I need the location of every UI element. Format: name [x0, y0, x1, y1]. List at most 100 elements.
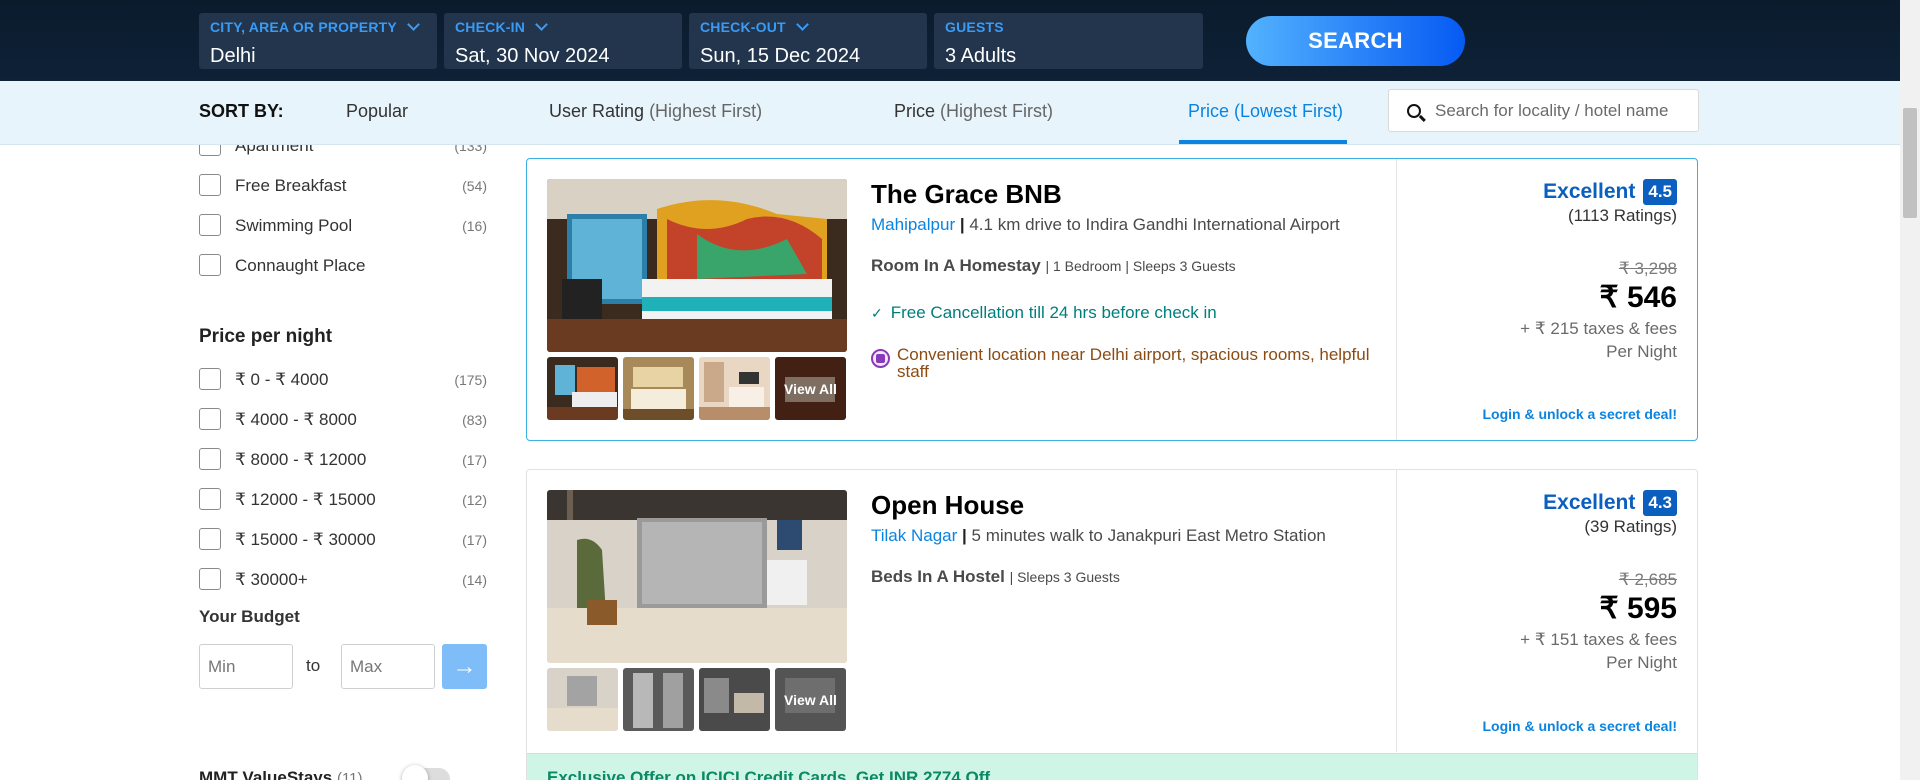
rating-text: Excellent — [1543, 180, 1636, 203]
sort-user-rating[interactable]: User Rating (Highest First) — [549, 101, 762, 122]
price-filter-title: Price per night — [199, 326, 333, 347]
sort-popular[interactable]: Popular — [346, 101, 408, 122]
chevron-down-icon — [407, 18, 420, 31]
hotel-name[interactable]: Open House — [871, 490, 1024, 521]
guests-field[interactable]: GUESTS 3 Adults — [934, 13, 1203, 69]
rating-score: 4.3 — [1643, 490, 1677, 516]
guests-value: 3 Adults — [945, 45, 1017, 67]
guests-label: GUESTS — [945, 19, 1004, 35]
checkout-field[interactable]: CHECK-OUT Sun, 15 Dec 2024 — [689, 13, 927, 69]
city-field[interactable]: CITY, AREA OR PROPERTY Delhi — [199, 13, 437, 69]
scrollbar-thumb[interactable] — [1903, 108, 1917, 218]
filter-sidebar: Apartment (133) Free Breakfast (54) Swim… — [199, 145, 489, 780]
checkbox[interactable] — [199, 528, 221, 550]
budget-apply-button[interactable]: → — [442, 644, 487, 689]
filter-price-range[interactable]: ₹ 12000 - ₹ 15000 (12) — [199, 485, 487, 515]
checkbox[interactable] — [199, 488, 221, 510]
checkbox[interactable] — [199, 368, 221, 390]
rating-count: (39 Ratings) — [1584, 517, 1677, 536]
view-all-photos[interactable]: View All — [775, 357, 846, 420]
checkbox[interactable] — [199, 254, 221, 276]
filter-count: (14) — [462, 572, 487, 588]
filter-price-range[interactable]: ₹ 0 - ₹ 4000 (175) — [199, 365, 487, 395]
budget-min-input[interactable] — [199, 644, 293, 689]
hotel-thumbnail[interactable] — [699, 357, 770, 420]
original-price: ₹ 3,298 — [1618, 259, 1677, 278]
checkbox[interactable] — [199, 568, 221, 590]
cancellation-text: Free Cancellation till 24 hrs before che… — [890, 303, 1217, 322]
room-info: Room In A Homestay | 1 Bedroom | Sleeps … — [871, 256, 1236, 276]
mmt-valuestays-toggle[interactable] — [402, 765, 450, 780]
checkbox[interactable] — [199, 408, 221, 430]
search-button[interactable]: SEARCH — [1246, 16, 1465, 66]
filter-free-breakfast[interactable]: Free Breakfast (54) — [199, 171, 487, 201]
rating-text: Excellent — [1543, 491, 1636, 514]
highlight-text: Convenient location near Delhi airport, … — [897, 345, 1370, 381]
locality-search-input[interactable] — [1435, 90, 1690, 131]
filter-label: ₹ 15000 - ₹ 30000 — [235, 530, 376, 549]
mmt-valuestays-label: MMT ValueStays (11) — [199, 768, 363, 780]
filter-count: (17) — [462, 532, 487, 548]
hotel-thumbnail[interactable] — [547, 668, 618, 731]
checkin-field[interactable]: CHECK-IN Sat, 30 Nov 2024 — [444, 13, 682, 69]
hotel-thumbnail[interactable] — [699, 668, 770, 731]
hostel-room-photo-image — [547, 490, 847, 663]
taxes-fees: + ₹ 151 taxes & fees — [1520, 630, 1677, 649]
sort-option-label: User Rating — [549, 101, 645, 121]
sort-price-low[interactable]: Price (Lowest First) — [1188, 101, 1343, 122]
room-thumb-image — [699, 357, 770, 420]
filter-label: Swimming Pool — [235, 216, 353, 235]
sort-price-high[interactable]: Price (Highest First) — [894, 101, 1053, 122]
login-deal-link[interactable]: Login & unlock a secret deal! — [1483, 718, 1678, 734]
hotel-main-photo[interactable] — [547, 490, 847, 663]
hotel-thumbnail[interactable] — [623, 668, 694, 731]
mmt-label: MMT ValueStays — [199, 768, 333, 780]
login-deal-link[interactable]: Login & unlock a secret deal! — [1483, 406, 1678, 422]
filter-price-range[interactable]: ₹ 4000 - ₹ 8000 (83) — [199, 405, 487, 435]
hotel-distance: 4.1 km drive to Indira Gandhi Internatio… — [969, 215, 1340, 234]
page-scrollbar[interactable] — [1900, 0, 1920, 780]
filter-label: ₹ 30000+ — [235, 570, 308, 589]
chevron-down-icon — [535, 18, 548, 31]
filter-count: (54) — [462, 178, 487, 194]
rating-count: (1113 Ratings) — [1568, 206, 1677, 225]
hotel-area[interactable]: Mahipalpur — [871, 215, 955, 234]
hotel-thumbnail[interactable] — [547, 357, 618, 420]
checkbox[interactable] — [199, 174, 221, 196]
budget-to-label: to — [306, 656, 321, 675]
filter-label: ₹ 0 - ₹ 4000 — [235, 370, 329, 389]
view-all-label: View All — [775, 668, 846, 731]
filter-count: (83) — [462, 412, 487, 428]
filter-connaught-place[interactable]: Connaught Place — [199, 251, 487, 281]
hotel-listing-page: CITY, AREA OR PROPERTY Delhi CHECK-IN Sa… — [0, 0, 1920, 780]
filter-price-range[interactable]: ₹ 8000 - ₹ 12000 (17) — [199, 445, 487, 475]
hotel-card[interactable]: View All Open House Tilak Nagar | 5 minu… — [526, 469, 1698, 780]
bank-offer-banner[interactable]: Exclusive Offer on ICICI Credit Cards. G… — [527, 753, 1697, 780]
hotel-location: Mahipalpur | 4.1 km drive to Indira Gand… — [871, 215, 1340, 234]
checkbox[interactable] — [199, 145, 221, 156]
view-all-photos[interactable]: View All — [775, 668, 846, 731]
locality-search[interactable] — [1388, 89, 1699, 132]
hotel-area[interactable]: Tilak Nagar — [871, 526, 957, 545]
room-thumb-image — [623, 357, 694, 420]
filter-label: Free Breakfast — [235, 176, 347, 195]
hotel-main-photo[interactable] — [547, 179, 847, 352]
filter-label: ₹ 4000 - ₹ 8000 — [235, 410, 357, 429]
filter-price-range[interactable]: ₹ 30000+ (14) — [199, 565, 487, 595]
budget-max-input[interactable] — [341, 644, 435, 689]
hotel-card[interactable]: View All The Grace BNB Mahipalpur | 4.1 … — [526, 158, 1698, 441]
checkin-value: Sat, 30 Nov 2024 — [455, 45, 610, 67]
room-info: Beds In A Hostel | Sleeps 3 Guests — [871, 567, 1120, 587]
filter-swimming-pool[interactable]: Swimming Pool (16) — [199, 211, 487, 241]
filter-apartment[interactable]: Apartment (133) — [199, 145, 487, 161]
search-icon — [1407, 104, 1421, 118]
checkbox[interactable] — [199, 214, 221, 236]
corridor-thumb-image — [623, 668, 694, 731]
hotel-thumbnail[interactable] — [623, 357, 694, 420]
budget-title: Your Budget — [199, 607, 300, 626]
sort-option-label: Price — [1188, 101, 1230, 121]
filter-price-range[interactable]: ₹ 15000 - ₹ 30000 (17) — [199, 525, 487, 555]
checkbox[interactable] — [199, 448, 221, 470]
bedroom-photo-image — [547, 179, 847, 352]
hotel-name[interactable]: The Grace BNB — [871, 179, 1062, 210]
